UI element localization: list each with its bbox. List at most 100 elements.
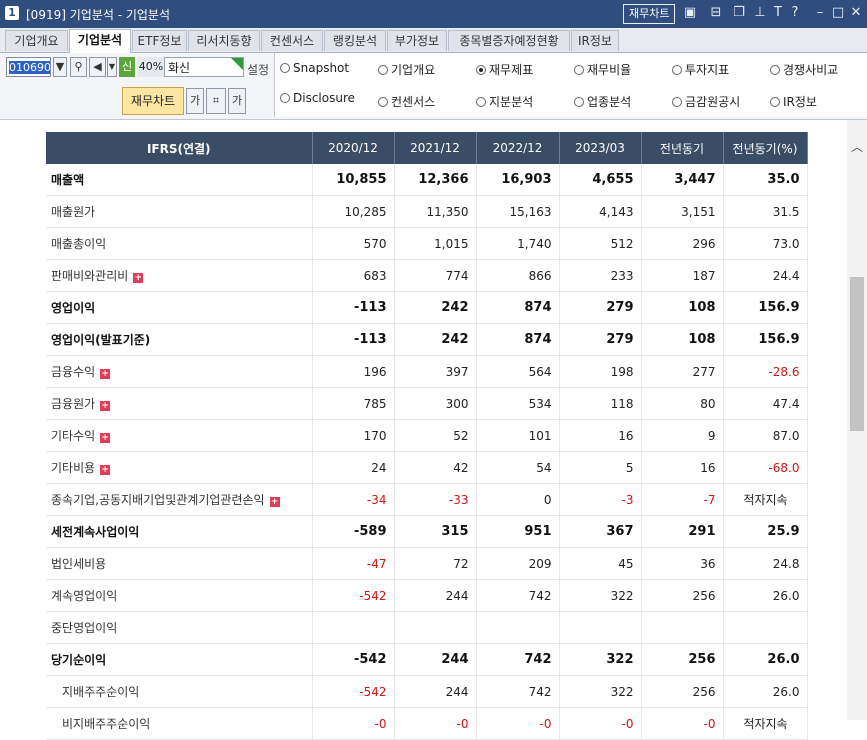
table-body: 매출액 10,855 12,366 16,903 4,655 3,447 35.0 매출원가 1… (46, 164, 808, 740)
tab-research[interactable]: 리서치동향 (188, 30, 260, 51)
table-row[interactable]: 영업이익(발표기준) -113 242 874 279 108 156.9 (46, 323, 808, 356)
value-cell: 35.0 (723, 164, 808, 196)
speaker-icon[interactable]: ◀ (89, 57, 106, 77)
table-row[interactable]: 당기순이익 -542 244 742 322 256 26.0 (46, 643, 808, 676)
radio-shareholding-analysis[interactable]: 지분분석 (476, 93, 533, 110)
table-row[interactable]: 세전계속사업이익 -589 315 951 367 291 25.9 (46, 515, 808, 548)
table-row[interactable]: 계속영업이익 -542 244 742 322 256 26.0 (46, 579, 808, 612)
expand-plus-icon[interactable]: + (133, 273, 144, 283)
table-row[interactable]: 금융원가 +785 300 534 118 80 47.4 (46, 387, 808, 420)
finance-chart-title-button[interactable]: 재무차트 (623, 4, 676, 24)
expand-plus-icon[interactable]: + (269, 497, 280, 507)
expand-plus-icon[interactable]: + (100, 465, 111, 475)
row-label: 비지배주주순이익 (46, 707, 313, 740)
radio-industry-analysis[interactable]: 업종분석 (574, 93, 631, 110)
table-row[interactable]: 지배주주순이익 -542 244 742 322 256 26.0 (46, 675, 808, 708)
tab-consensus[interactable]: 컨센서스 (261, 30, 323, 51)
minimize-icon[interactable]: – (812, 5, 828, 21)
vertical-scrollbar[interactable]: ︿ (847, 120, 867, 720)
scroll-up-icon[interactable]: ︿ (850, 138, 864, 155)
radio-ir-info[interactable]: IR정보 (770, 93, 817, 110)
table-row[interactable]: 기타비용 +24 42 54 5 16 -68.0 (46, 451, 808, 484)
tab-company-analysis[interactable]: 기업분석 (69, 29, 131, 53)
radio-disclosure[interactable]: Disclosure (280, 91, 355, 105)
radio-consensus[interactable]: 컨센서스 (378, 93, 435, 110)
value-cell: 42 (394, 451, 477, 484)
expand-plus-icon[interactable]: + (100, 401, 111, 411)
value-cell: -28.6 (723, 355, 808, 388)
table-row[interactable]: 매출액 10,855 12,366 16,903 4,655 3,447 35.0 (46, 164, 808, 196)
value-cell: 256 (641, 579, 724, 612)
copy-icon[interactable]: ❐ (731, 5, 747, 21)
table-row[interactable]: 판매비와관리비 +683 774 866 233 187 24.4 (46, 259, 808, 292)
table-row[interactable]: 영업이익 -113 242 874 279 108 156.9 (46, 291, 808, 324)
tab-extra-info[interactable]: 부가정보 (387, 30, 447, 51)
value-cell: 256 (641, 643, 724, 676)
help-icon[interactable]: ? (787, 5, 803, 21)
layout-icon[interactable]: ⊟ (708, 5, 724, 21)
value-cell: 24 (312, 451, 395, 484)
tab-ranking[interactable]: 랭킹분석 (324, 30, 386, 51)
stock-code-input[interactable]: 010690 (6, 57, 51, 77)
font-icon[interactable]: T (770, 5, 786, 21)
row-label: 기타비용 + (46, 451, 313, 484)
tab-capital-increase[interactable]: 종목별증자예정현황 (448, 30, 570, 51)
row-label: 영업이익(발표기준) (46, 323, 313, 356)
frame-icon[interactable]: ⌗ (206, 88, 226, 114)
graph-icon[interactable]: ▣ (682, 5, 698, 21)
expand-plus-icon[interactable]: + (100, 433, 111, 443)
radio-competitor-comparison[interactable]: 경쟁사비교 (770, 61, 838, 78)
tab-company-overview[interactable]: 기업개요 (5, 30, 68, 51)
table-row[interactable]: 금융수익 +196 397 564 198 277 -28.6 (46, 355, 808, 388)
maximize-icon[interactable]: □ (830, 5, 846, 21)
finance-chart-button[interactable]: 재무차트 (122, 87, 184, 115)
font-decrease-button[interactable]: 가 (186, 88, 204, 114)
speaker-dropdown-icon[interactable]: ▼ (107, 57, 117, 77)
value-cell: 534 (476, 387, 560, 420)
value-cell: 적자지속 (723, 707, 808, 740)
value-cell: 742 (476, 579, 560, 612)
value-cell: -113 (312, 323, 395, 356)
row-label-text: 당기순이익 (51, 653, 107, 667)
radio-circle-icon (280, 63, 290, 73)
value-cell: 244 (394, 579, 477, 612)
value-cell: 322 (559, 675, 642, 708)
table-row[interactable]: 중단영업이익 (46, 611, 808, 644)
table-row[interactable]: 종속기업,공동지배기업및관계기업관련손익 + -34 -33 0 -3 -7 적자지속 (46, 483, 808, 516)
tab-ir-info[interactable]: IR정보 (571, 30, 619, 51)
row-label: 매출총이익 (46, 227, 313, 260)
row-label-text: 법인세비용 (51, 557, 107, 571)
value-cell (559, 611, 642, 644)
value-cell (476, 611, 560, 644)
column-header: IFRS(연결) (46, 132, 313, 164)
table-row[interactable]: 비지배주주순이익 -0 -0 -0 -0 -0 적자지속 (46, 707, 808, 740)
close-icon[interactable]: ✕ (848, 5, 864, 21)
table-header-row: IFRS(연결) 2020/12 2021/12 2022/12 2023/03 전년동기… (46, 132, 808, 164)
radio-company-overview[interactable]: 기업개요 (378, 61, 435, 78)
value-cell: 26.0 (723, 643, 808, 676)
search-icon[interactable]: ⚲ (70, 57, 87, 77)
table-row[interactable]: 매출총이익 570 1,015 1,740 512 296 73.0 (46, 227, 808, 260)
column-header: 전년동기 (641, 132, 724, 164)
pin-icon[interactable]: ⊥ (752, 5, 768, 21)
value-cell: 196 (312, 355, 395, 388)
code-dropdown-icon[interactable]: ▼ (53, 57, 67, 77)
radio-snapshot[interactable]: Snapshot (280, 61, 349, 75)
margin-rate: 40% (137, 57, 165, 77)
value-cell: 1,015 (394, 227, 477, 260)
scrollbar-thumb[interactable] (850, 277, 864, 431)
font-increase-button[interactable]: 가 (228, 88, 246, 114)
radio-investment-index[interactable]: 투자지표 (672, 61, 729, 78)
radio-circle-icon (770, 65, 780, 75)
settings-label[interactable]: 설정 (247, 61, 269, 78)
table-row[interactable]: 법인세비용 -47 72 209 45 36 24.8 (46, 547, 808, 580)
tab-etf-info[interactable]: ETF정보 (132, 30, 187, 51)
radio-circle-icon (280, 93, 290, 103)
table-row[interactable]: 기타수익 +170 52 101 16 9 87.0 (46, 419, 808, 452)
expand-plus-icon[interactable]: + (100, 369, 111, 379)
radio-financial-ratios[interactable]: 재무비율 (574, 61, 631, 78)
radio-financial-statements[interactable]: 재무제표 (476, 61, 533, 78)
value-cell: 279 (559, 291, 642, 324)
radio-fss-disclosure[interactable]: 금감원공시 (672, 93, 740, 110)
table-row[interactable]: 매출원가 10,285 11,350 15,163 4,143 3,151 31.5 (46, 195, 808, 228)
